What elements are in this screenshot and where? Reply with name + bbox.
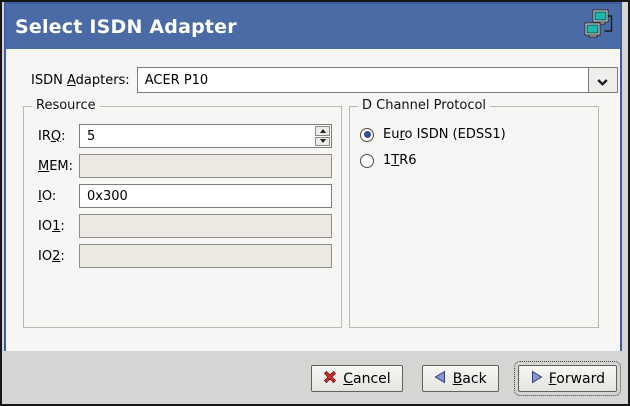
isdn-adapters-label: ISDN Adapters:	[31, 73, 130, 88]
radio-euro-isdn[interactable]: Euro ISDN (EDSS1)	[360, 127, 598, 142]
forward-button[interactable]: Forward	[518, 365, 617, 392]
cancel-button[interactable]: Cancel	[311, 365, 402, 392]
button-bar: Cancel Back Forward	[4, 351, 625, 401]
mem-input	[79, 154, 332, 178]
irq-spinbox[interactable]	[79, 124, 332, 148]
red-x-icon	[323, 370, 337, 388]
irq-input[interactable]	[80, 125, 314, 147]
radio-unselected-icon	[360, 154, 374, 168]
resource-group: Resource IRQ: MEM: I	[23, 106, 342, 328]
isdn-adapters-combo[interactable]	[137, 67, 618, 93]
wizard-frame: Select ISDN Adapter ISDN Adapters:	[4, 2, 622, 353]
dialog-window: Select ISDN Adapter ISDN Adapters:	[0, 0, 630, 406]
io1-input	[79, 214, 332, 238]
dialog-content: ISDN Adapters: Resource IRQ:	[6, 49, 620, 351]
d-channel-protocol-title: D Channel Protocol	[358, 98, 490, 113]
irq-spin-buttons	[314, 125, 331, 147]
irq-spin-up-button[interactable]	[315, 126, 330, 136]
back-button-label: Back	[453, 371, 487, 387]
right-triangle-icon	[530, 370, 543, 388]
io-label: IO:	[38, 189, 79, 204]
chevron-up-icon	[320, 129, 326, 133]
radio-1tr6[interactable]: 1TR6	[360, 153, 598, 168]
page-title: Select ISDN Adapter	[15, 16, 237, 38]
left-triangle-icon	[434, 370, 447, 388]
title-bar: Select ISDN Adapter	[6, 4, 620, 49]
io2-label: IO2:	[38, 249, 79, 264]
mem-label: MEM:	[38, 159, 79, 174]
forward-button-label: Forward	[549, 371, 605, 387]
io-input[interactable]	[79, 184, 332, 208]
d-channel-protocol-group: D Channel Protocol Euro ISDN (EDSS1) 1TR…	[349, 106, 599, 328]
back-button[interactable]: Back	[422, 365, 499, 392]
radio-euro-isdn-label: Euro ISDN (EDSS1)	[383, 127, 506, 142]
io-row: IO:	[38, 184, 332, 208]
resource-group-title: Resource	[32, 98, 100, 113]
radio-1tr6-label: 1TR6	[383, 153, 417, 168]
chevron-down-icon	[597, 71, 608, 90]
irq-label: IRQ:	[38, 129, 79, 144]
io1-label: IO1:	[38, 219, 79, 234]
io1-row: IO1:	[38, 214, 332, 238]
radio-selected-icon	[360, 128, 374, 142]
irq-spin-down-button[interactable]	[315, 137, 330, 147]
irq-row: IRQ:	[38, 124, 332, 148]
network-computers-icon	[584, 9, 614, 44]
cancel-button-label: Cancel	[343, 371, 390, 387]
chevron-down-icon	[320, 139, 326, 143]
adapter-row: ISDN Adapters:	[31, 67, 618, 93]
radio-dot	[364, 131, 371, 138]
io2-row: IO2:	[38, 244, 332, 268]
isdn-adapters-input[interactable]	[138, 68, 588, 92]
mem-row: MEM:	[38, 154, 332, 178]
io2-input	[79, 244, 332, 268]
combo-dropdown-button[interactable]	[588, 68, 617, 92]
